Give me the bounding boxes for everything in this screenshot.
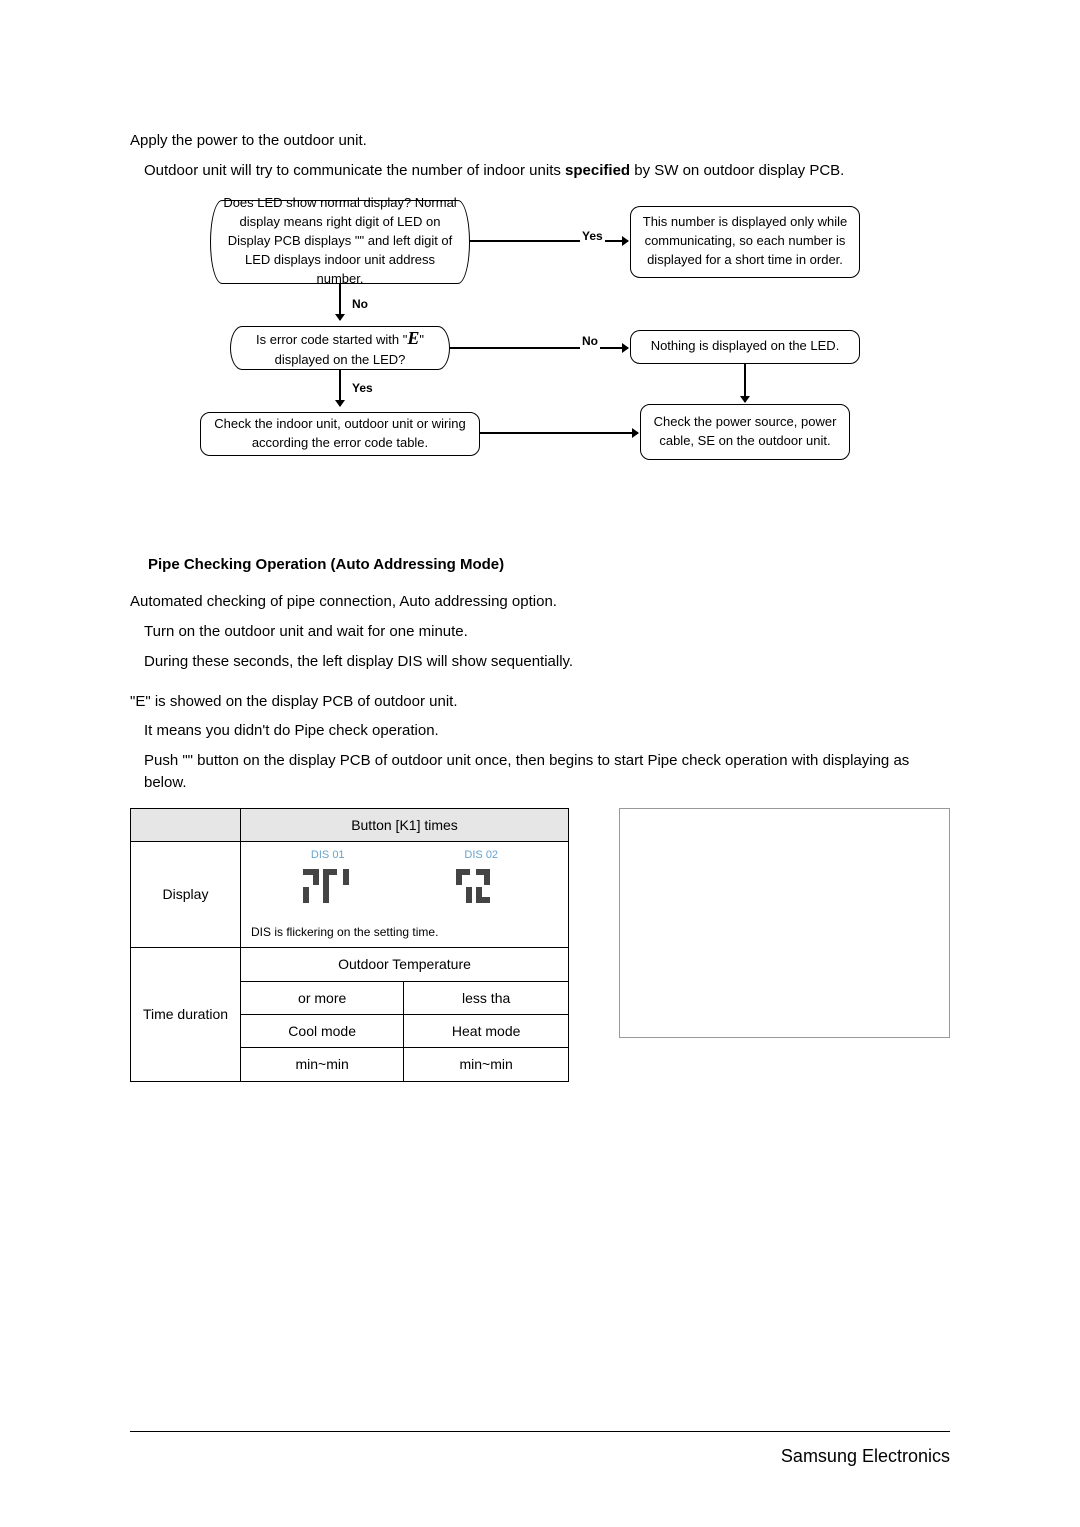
- arrow-note2-act2: [744, 364, 746, 402]
- note-display-order-text: This number is displayed only while comm…: [641, 213, 849, 270]
- pipe-check-table: Button [K1] times Display DIS 01 DIS 02 …: [130, 808, 569, 1082]
- row-display-label: Display: [131, 841, 241, 948]
- body-p1b: During these seconds, the left display D…: [130, 651, 950, 673]
- body-p3: Push "" button on the display PCB of out…: [130, 750, 950, 794]
- intro-line-2-bold: specified: [565, 162, 630, 179]
- decision-led-normal-text: Does LED show normal display? Normal dis…: [221, 194, 459, 288]
- note-nothing-displayed: Nothing is displayed on the LED.: [630, 330, 860, 364]
- intro-line-2-pre: Outdoor unit will try to communicate the…: [144, 162, 565, 179]
- cell-less-than: less tha: [404, 981, 569, 1014]
- footer-brand: Samsung Electronics: [781, 1443, 950, 1469]
- note-nothing-displayed-text: Nothing is displayed on the LED.: [651, 337, 840, 356]
- intro-line-1: Apply the power to the outdoor unit.: [130, 130, 950, 152]
- decision-error-code: Is error code started with "E" displayed…: [230, 326, 450, 370]
- action-check-wiring-text: Check the indoor unit, outdoor unit or w…: [211, 415, 469, 453]
- seg-right: [451, 868, 511, 920]
- action-check-power-text: Check the power source, power cable, SE …: [651, 413, 839, 451]
- label-no-2: No: [580, 333, 600, 350]
- footer-rule: [130, 1431, 950, 1432]
- note-display-order: This number is displayed only while comm…: [630, 206, 860, 278]
- seg-left: [298, 868, 358, 920]
- intro-line-2: Outdoor unit will try to communicate the…: [130, 160, 950, 182]
- body-p1: Automated checking of pipe connection, A…: [130, 591, 950, 613]
- label-yes-2: Yes: [350, 380, 375, 397]
- row-time-label: Time duration: [131, 948, 241, 1081]
- arrow-q2-note2: [450, 347, 628, 349]
- arrow-q2-act1: [339, 370, 341, 406]
- cell-min-2: min~min: [404, 1048, 569, 1081]
- cell-cool-mode: Cool mode: [241, 1014, 404, 1047]
- dis02-label: DIS 02: [464, 848, 498, 864]
- label-no-1: No: [350, 296, 370, 313]
- q2-symbol: E: [407, 328, 419, 348]
- body-p2: "E" is showed on the display PCB of outd…: [130, 691, 950, 713]
- hdr-button: Button [K1] times: [241, 808, 569, 841]
- arrow-act1-act2: [480, 432, 638, 434]
- table-and-image-row: Button [K1] times Display DIS 01 DIS 02 …: [130, 808, 950, 1082]
- label-yes-1: Yes: [580, 228, 605, 245]
- q2-pre: Is error code started with ": [256, 332, 407, 347]
- dis-note: DIS is flickering on the setting time.: [251, 920, 558, 941]
- cell-min-1: min~min: [241, 1048, 404, 1081]
- body-p2a: It means you didn't do Pipe check operat…: [130, 720, 950, 742]
- pcba-image-placeholder: [619, 808, 950, 1038]
- dis01-label: DIS 01: [311, 848, 345, 864]
- decision-error-code-text: Is error code started with "E" displayed…: [241, 325, 439, 370]
- flowchart: Does LED show normal display? Normal dis…: [190, 200, 890, 520]
- section-title-pipe-checking: Pipe Checking Operation (Auto Addressing…: [148, 554, 950, 576]
- cell-display: DIS 01 DIS 02 DIS is flickering on the s…: [241, 841, 569, 948]
- action-check-wiring: Check the indoor unit, outdoor unit or w…: [200, 412, 480, 456]
- cell-or-more: or more: [241, 981, 404, 1014]
- cell-outdoor-temp: Outdoor Temperature: [241, 948, 569, 981]
- arrow-q1-q2: [339, 284, 341, 320]
- cell-heat-mode: Heat mode: [404, 1014, 569, 1047]
- decision-led-normal: Does LED show normal display? Normal dis…: [210, 200, 470, 284]
- intro-line-2-post: by SW on outdoor display PCB.: [630, 162, 844, 179]
- seven-segment-row: [251, 868, 558, 920]
- action-check-power: Check the power source, power cable, SE …: [640, 404, 850, 460]
- body-p1a: Turn on the outdoor unit and wait for on…: [130, 621, 950, 643]
- cell-empty-hdr: [131, 808, 241, 841]
